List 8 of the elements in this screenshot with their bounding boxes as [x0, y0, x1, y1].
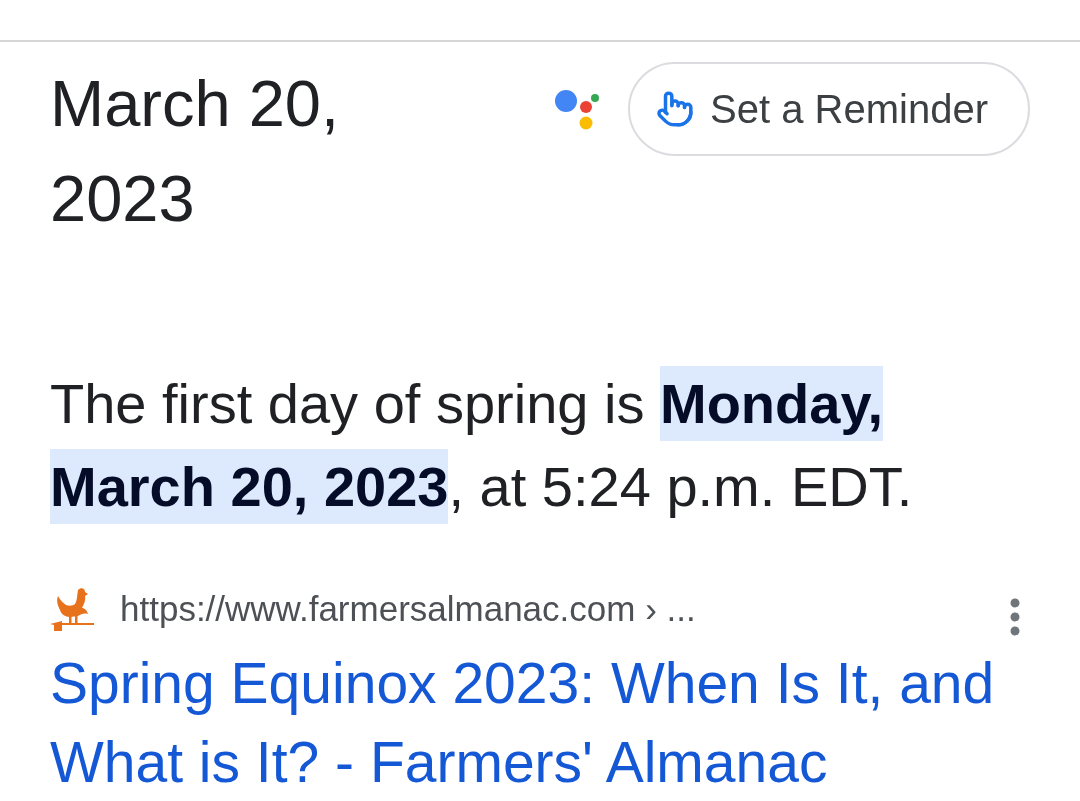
result-title-link[interactable]: Spring Equinox 2023: When Is It, and What is It? - Farmers' Almanac	[50, 644, 1030, 801]
date-heading: March 20, 2023	[50, 66, 340, 237]
more-options-button[interactable]	[1008, 598, 1022, 636]
set-reminder-button[interactable]: Set a Reminder	[628, 62, 1030, 156]
assistant-dots-icon[interactable]	[554, 88, 601, 130]
hand-pointer-icon	[656, 90, 695, 128]
result-url[interactable]: https://www.farmersalmanac.com › ...	[120, 589, 696, 629]
kebab-menu-icon	[1009, 598, 1021, 636]
